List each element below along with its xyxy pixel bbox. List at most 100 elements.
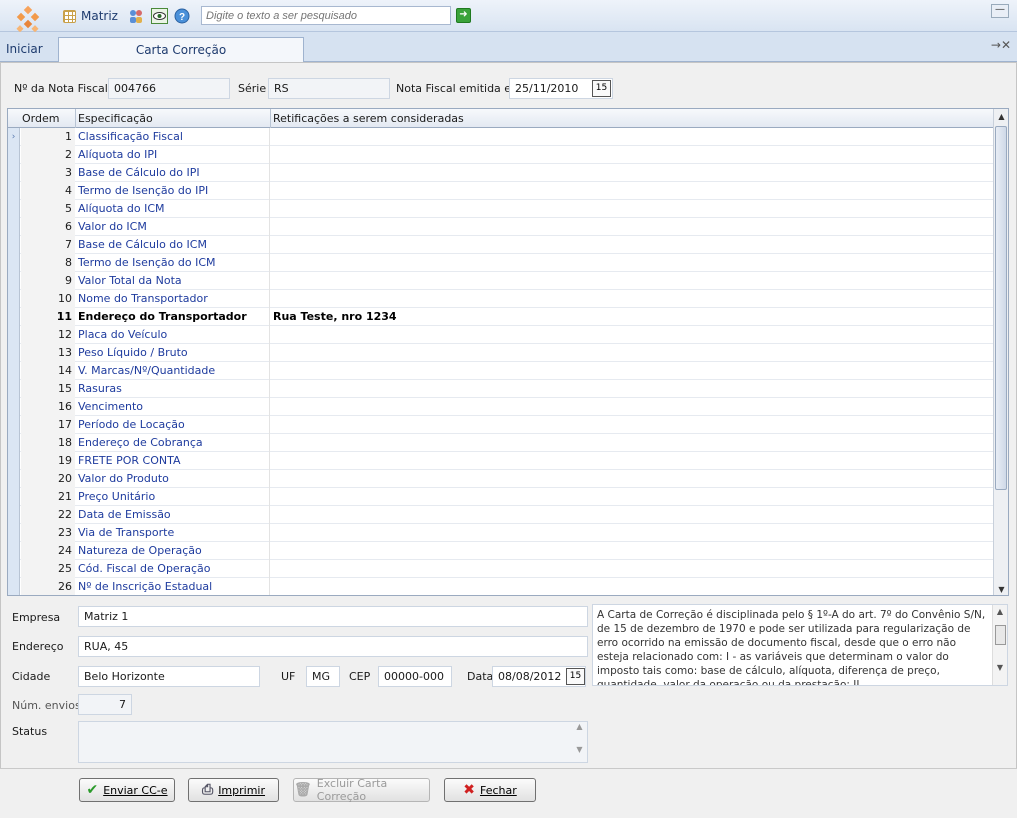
table-row[interactable]: 17 Período de Locação: [8, 416, 995, 434]
row-indicator[interactable]: [8, 488, 20, 506]
tab-close-controls[interactable]: →✕: [991, 38, 1011, 52]
cell-retificacao[interactable]: [271, 452, 991, 470]
row-indicator[interactable]: [8, 524, 20, 542]
table-row[interactable]: 10 Nome do Transportador: [8, 290, 995, 308]
row-indicator[interactable]: [8, 326, 20, 344]
table-row[interactable]: 23 Via de Transporte: [8, 524, 995, 542]
help-button[interactable]: ?: [174, 7, 190, 25]
row-indicator[interactable]: [8, 434, 20, 452]
cell-retificacao[interactable]: [271, 218, 991, 236]
enviar-cce-button[interactable]: ✔ Enviar CC-e: [79, 778, 175, 802]
table-row[interactable]: 14 V. Marcas/Nº/Quantidade: [8, 362, 995, 380]
scroll-thumb[interactable]: [995, 126, 1007, 490]
cell-retificacao[interactable]: [271, 398, 991, 416]
table-row[interactable]: 2 Alíquota do IPI: [8, 146, 995, 164]
cell-retificacao[interactable]: [271, 524, 991, 542]
table-row[interactable]: 5 Alíquota do ICM: [8, 200, 995, 218]
cell-retificacao[interactable]: [271, 434, 991, 452]
table-row[interactable]: 13 Peso Líquido / Bruto: [8, 344, 995, 362]
cell-retificacao[interactable]: [271, 362, 991, 380]
row-indicator[interactable]: [8, 416, 20, 434]
cell-retificacao[interactable]: Rua Teste, nro 1234: [271, 308, 991, 326]
row-indicator[interactable]: ›: [8, 128, 20, 146]
cell-retificacao[interactable]: [271, 164, 991, 182]
table-row[interactable]: 22 Data de Emissão: [8, 506, 995, 524]
scroll-up-icon[interactable]: ▲: [994, 109, 1008, 124]
row-indicator[interactable]: [8, 362, 20, 380]
row-indicator[interactable]: [8, 254, 20, 272]
scroll-down-icon[interactable]: ▼: [993, 661, 1007, 675]
cell-retificacao[interactable]: [271, 272, 991, 290]
cell-retificacao[interactable]: [271, 128, 991, 146]
table-row[interactable]: 19 FRETE POR CONTA: [8, 452, 995, 470]
cell-retificacao[interactable]: [271, 146, 991, 164]
cell-retificacao[interactable]: [271, 254, 991, 272]
fechar-button[interactable]: ✖ Fechar: [444, 778, 536, 802]
status-scrollbar[interactable]: ▲ ▼: [572, 722, 587, 762]
row-indicator[interactable]: [8, 542, 20, 560]
row-indicator[interactable]: [8, 290, 20, 308]
table-row[interactable]: 20 Valor do Produto: [8, 470, 995, 488]
cell-retificacao[interactable]: [271, 344, 991, 362]
cell-retificacao[interactable]: [271, 578, 991, 595]
search-go-button[interactable]: ➜: [456, 8, 471, 23]
cell-retificacao[interactable]: [271, 290, 991, 308]
row-indicator[interactable]: [8, 308, 20, 326]
empresa-field[interactable]: Matriz 1: [78, 606, 588, 627]
table-row[interactable]: 21 Preço Unitário: [8, 488, 995, 506]
cell-retificacao[interactable]: [271, 182, 991, 200]
table-row[interactable]: 3 Base de Cálculo do IPI: [8, 164, 995, 182]
tab-carta-correcao[interactable]: Carta Correção: [58, 37, 304, 63]
table-row[interactable]: 26 Nº de Inscrição Estadual: [8, 578, 995, 595]
table-row[interactable]: 8 Termo de Isenção do ICM: [8, 254, 995, 272]
scroll-up-icon[interactable]: ▲: [993, 605, 1007, 619]
col-ordem[interactable]: Ordem: [22, 112, 59, 125]
app-logo[interactable]: [14, 5, 44, 35]
info-scrollbar[interactable]: ▲ ▼: [992, 605, 1007, 685]
cell-retificacao[interactable]: [271, 470, 991, 488]
cell-retificacao[interactable]: [271, 236, 991, 254]
table-row[interactable]: 18 Endereço de Cobrança: [8, 434, 995, 452]
row-indicator[interactable]: [8, 578, 20, 595]
matriz-selector[interactable]: Matriz: [63, 7, 118, 25]
row-indicator[interactable]: [8, 398, 20, 416]
row-indicator[interactable]: [8, 146, 20, 164]
table-row[interactable]: 12 Placa do Veículo: [8, 326, 995, 344]
cell-retificacao[interactable]: [271, 542, 991, 560]
table-row[interactable]: 4 Termo de Isenção do IPI: [8, 182, 995, 200]
cell-retificacao[interactable]: [271, 506, 991, 524]
info-textarea[interactable]: A Carta de Correção é disciplinada pelo …: [592, 604, 1008, 686]
scroll-down-icon[interactable]: ▼: [572, 745, 587, 754]
row-indicator[interactable]: [8, 560, 20, 578]
uf-field[interactable]: MG: [306, 666, 340, 687]
status-field[interactable]: ▲ ▼: [78, 721, 588, 763]
table-row[interactable]: 7 Base de Cálculo do ICM: [8, 236, 995, 254]
cell-retificacao[interactable]: [271, 200, 991, 218]
tab-arrow-icon[interactable]: →: [991, 38, 1001, 52]
minimize-button[interactable]: —: [991, 4, 1009, 18]
cell-retificacao[interactable]: [271, 326, 991, 344]
tab-iniciar[interactable]: Iniciar: [6, 42, 43, 56]
serie-field[interactable]: RS: [268, 78, 390, 99]
nota-fiscal-field[interactable]: 004766: [108, 78, 230, 99]
row-indicator[interactable]: [8, 236, 20, 254]
row-indicator[interactable]: [8, 452, 20, 470]
imprimir-button[interactable]: ⎙ Imprimir: [188, 778, 279, 802]
endereco-field[interactable]: RUA, 45: [78, 636, 588, 657]
row-indicator[interactable]: [8, 344, 20, 362]
search-input[interactable]: [201, 6, 451, 25]
view-button[interactable]: [151, 7, 168, 25]
grid-scrollbar[interactable]: ▲ ▼: [993, 109, 1008, 595]
table-row[interactable]: 6 Valor do ICM: [8, 218, 995, 236]
table-row[interactable]: 24 Natureza de Operação: [8, 542, 995, 560]
cell-retificacao[interactable]: [271, 560, 991, 578]
close-icon[interactable]: ✕: [1001, 38, 1011, 52]
table-row[interactable]: 25 Cód. Fiscal de Operação: [8, 560, 995, 578]
scroll-up-icon[interactable]: ▲: [572, 722, 587, 731]
col-especificacao[interactable]: Especificação: [78, 112, 153, 125]
table-row[interactable]: 11 Endereço do Transportador Rua Teste, nr…: [8, 308, 995, 326]
row-indicator[interactable]: [8, 182, 20, 200]
scroll-down-icon[interactable]: ▼: [994, 582, 1008, 595]
row-indicator[interactable]: [8, 200, 20, 218]
table-row[interactable]: 15 Rasuras: [8, 380, 995, 398]
